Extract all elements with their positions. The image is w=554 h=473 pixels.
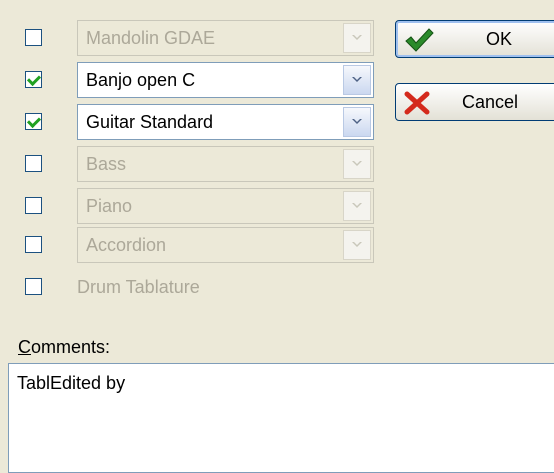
chevron-down-icon — [352, 77, 362, 82]
mandolin-checkbox[interactable] — [25, 29, 42, 46]
comments-label-rest: omments: — [31, 337, 111, 357]
guitar-dropdown-button[interactable] — [343, 107, 371, 137]
banjo-tuning-value: Banjo open C — [86, 70, 196, 90]
bass-tuning-select[interactable]: Bass — [77, 146, 374, 182]
mandolin-tuning-value: Mandolin GDAE — [86, 28, 216, 48]
cancel-button[interactable]: Cancel — [395, 83, 554, 121]
comments-label-mnemonic: C — [18, 337, 31, 357]
chevron-down-icon — [352, 35, 362, 40]
piano-tuning-value: Piano — [86, 196, 133, 216]
drum-tablature-checkbox[interactable] — [25, 278, 42, 295]
ok-button[interactable]: OK — [395, 20, 554, 58]
accordion-tuning-select[interactable]: Accordion — [77, 227, 374, 263]
guitar-checkbox[interactable] — [25, 113, 42, 130]
chevron-down-icon — [352, 119, 362, 124]
piano-dropdown-button[interactable] — [343, 191, 371, 221]
mandolin-tuning-select[interactable]: Mandolin GDAE — [77, 20, 374, 56]
accordion-dropdown-button[interactable] — [343, 230, 371, 260]
accordion-checkbox[interactable] — [25, 236, 42, 253]
checkmark-icon — [404, 27, 434, 58]
ok-label: OK — [486, 29, 513, 49]
piano-tuning-select[interactable]: Piano — [77, 188, 374, 224]
piano-checkbox[interactable] — [25, 197, 42, 214]
bass-dropdown-button[interactable] — [343, 149, 371, 179]
x-icon — [404, 91, 430, 120]
guitar-tuning-select[interactable]: Guitar Standard — [77, 104, 374, 140]
bass-checkbox[interactable] — [25, 155, 42, 172]
cancel-label: Cancel — [462, 92, 519, 112]
banjo-dropdown-button[interactable] — [343, 65, 371, 95]
bass-tuning-value: Bass — [86, 154, 127, 174]
chevron-down-icon — [352, 242, 362, 247]
comments-text: TablEdited by — [17, 373, 126, 393]
banjo-tuning-select[interactable]: Banjo open C — [77, 62, 374, 98]
drum-tablature-label: Drum Tablature — [77, 277, 200, 297]
chevron-down-icon — [352, 161, 362, 166]
accordion-tuning-value: Accordion — [86, 235, 167, 255]
mandolin-dropdown-button[interactable] — [343, 23, 371, 53]
comments-label: Comments: — [18, 337, 110, 358]
chevron-down-icon — [352, 203, 362, 208]
guitar-tuning-value: Guitar Standard — [86, 112, 214, 132]
banjo-checkbox[interactable] — [25, 71, 42, 88]
comments-textarea[interactable]: TablEdited by — [8, 363, 554, 473]
